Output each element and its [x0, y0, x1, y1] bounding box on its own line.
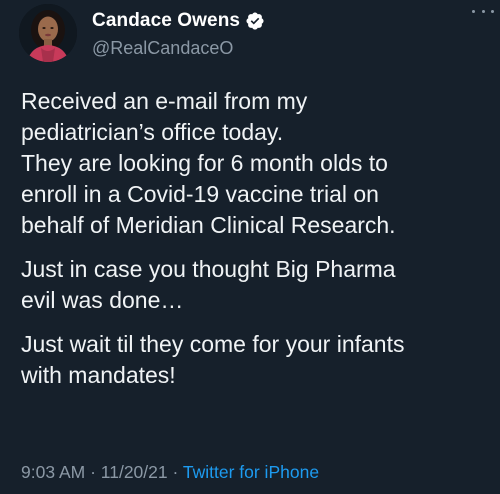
meta-separator: ·: [90, 462, 96, 482]
tweet-line: pediatrician’s office today.: [21, 119, 284, 145]
tweet-source-link[interactable]: Twitter for iPhone: [183, 462, 319, 482]
author-display-name[interactable]: Candace Owens: [92, 10, 240, 32]
author-handle[interactable]: @RealCandaceO: [92, 38, 233, 59]
tweet-line: Just in case you thought Big Pharma: [21, 256, 396, 282]
tweet-card: Candace Owens @RealCandaceO Received an …: [0, 0, 500, 494]
more-options-icon[interactable]: [472, 4, 494, 18]
tweet-paragraph: Just wait til they come for your infants…: [21, 329, 491, 391]
avatar[interactable]: [19, 4, 77, 62]
tweet-paragraph: Received an e-mail from my pediatrician’…: [21, 86, 491, 241]
author-name-row: Candace Owens: [92, 9, 265, 33]
tweet-metadata: 9:03 AM · 11/20/21 · Twitter for iPhone: [21, 462, 319, 483]
tweet-line: Just wait til they come for your infants: [21, 331, 405, 357]
profile-photo: [19, 4, 77, 62]
verified-badge-icon: [245, 11, 265, 31]
tweet-line: with mandates!: [21, 362, 176, 388]
tweet-line: They are looking for 6 month olds to: [21, 150, 388, 176]
tweet-line: enroll in a Covid-19 vaccine trial on: [21, 181, 379, 207]
tweet-text: Received an e-mail from my pediatrician’…: [21, 86, 491, 391]
meta-separator: ·: [172, 462, 179, 482]
tweet-paragraph: Just in case you thought Big Pharma evil…: [21, 254, 491, 316]
tweet-time[interactable]: 9:03 AM: [21, 462, 85, 482]
tweet-line: evil was done…: [21, 287, 184, 313]
tweet-line: behalf of Meridian Clinical Research.: [21, 212, 396, 238]
tweet-date[interactable]: 11/20/21: [101, 462, 168, 482]
tweet-line: Received an e-mail from my: [21, 88, 308, 114]
